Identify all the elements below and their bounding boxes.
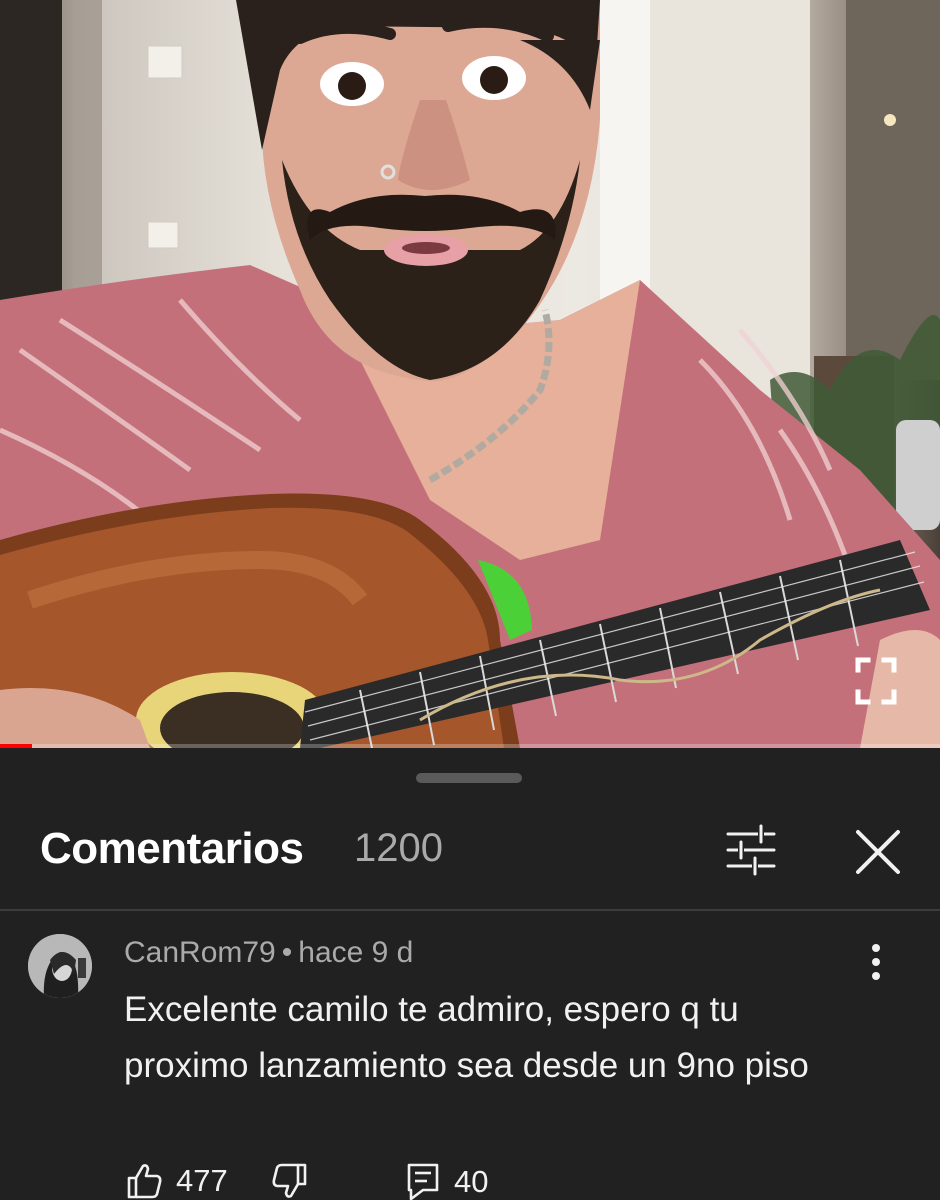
sort-filter-button[interactable] <box>718 820 784 880</box>
meta-separator: • <box>281 936 293 969</box>
progress-bar[interactable] <box>0 744 940 748</box>
like-button[interactable]: 477 <box>126 1162 228 1200</box>
comments-count: 1200 <box>354 826 443 870</box>
close-button[interactable] <box>846 820 910 884</box>
avatar[interactable] <box>28 934 92 998</box>
comments-panel: Comentarios 1200 CanRom79 • hace 9 d Exc… <box>0 752 940 1200</box>
reply-icon <box>407 1163 439 1200</box>
comments-title: Comentarios <box>40 824 304 873</box>
close-icon <box>856 830 900 874</box>
comment-actions: 477 40 <box>0 1162 940 1200</box>
comment-text: Excelente camilo te admiro, espero q tu … <box>124 982 884 1094</box>
comments-header: Comentarios 1200 <box>0 808 940 898</box>
sliders-icon <box>726 824 776 876</box>
avatar-image <box>28 934 92 998</box>
comment-meta: CanRom79 • hace 9 d <box>124 936 413 970</box>
thumbs-down-icon <box>272 1163 307 1198</box>
drag-handle[interactable] <box>416 773 522 783</box>
comment-item: CanRom79 • hace 9 d Excelente camilo te ad… <box>0 922 940 1200</box>
reply-button[interactable]: 40 <box>406 1162 488 1200</box>
comment-author[interactable]: CanRom79 <box>124 936 276 969</box>
video-frame-illustration <box>0 0 940 748</box>
comment-text-line: Excelente camilo te admiro, espero q tu <box>124 990 739 1029</box>
comment-time: hace 9 d <box>298 936 414 969</box>
video-player[interactable] <box>0 0 940 748</box>
comment-text-line: proximo lanzamiento sea desde un 9no pis… <box>124 1046 809 1085</box>
header-divider <box>0 909 940 911</box>
progress-bar-fill <box>0 744 32 748</box>
fullscreen-icon <box>855 657 897 705</box>
thumbs-up-icon <box>127 1164 162 1199</box>
like-count: 477 <box>176 1163 228 1198</box>
reply-count: 40 <box>454 1164 489 1199</box>
fullscreen-button[interactable] <box>852 654 900 708</box>
dislike-button[interactable] <box>272 1162 308 1200</box>
